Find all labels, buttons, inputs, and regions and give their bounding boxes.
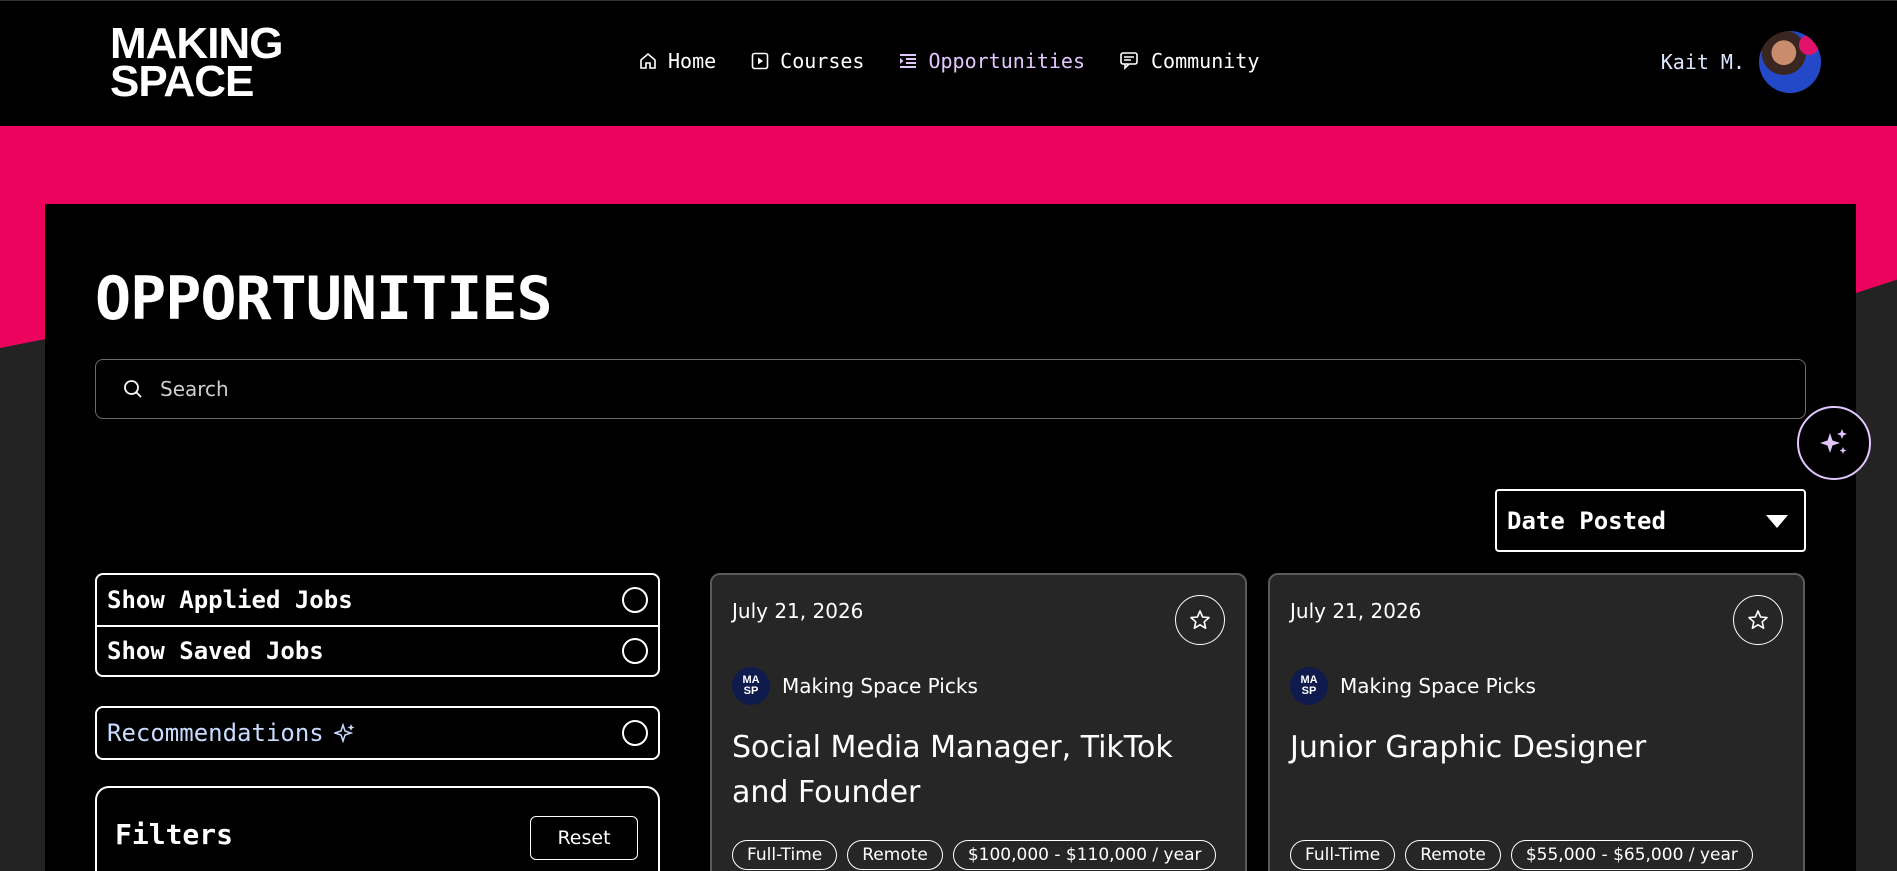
job-title[interactable]: Social Media Manager, TikTok and Founder [732,725,1212,815]
pink-banner-left [0,126,45,348]
play-icon [751,52,769,70]
tag-employment-type: Full-Time [1290,840,1396,870]
toggle-applied-jobs[interactable]: Show Applied Jobs [97,575,658,625]
star-icon [1190,610,1210,629]
job-date: July 21, 2026 [732,599,864,623]
sparkle-icon [333,722,355,744]
toggle-label: Show Saved Jobs [107,637,324,665]
home-icon [640,52,656,69]
page-title: OPPORTUNITIES [95,264,553,334]
chat-icon [1120,52,1138,70]
job-source: MA SP Making Space Picks [732,667,978,705]
save-job-button[interactable] [1175,595,1225,645]
nav-item-courses[interactable]: Courses [750,49,864,73]
toggle-label: Show Applied Jobs [107,586,353,614]
list-icon [900,54,917,68]
badge-line-2: SP [1301,685,1317,697]
source-name: Making Space Picks [782,674,978,698]
chevron-down-icon [1766,514,1788,528]
job-toggles: Show Applied Jobs Show Saved Jobs [95,573,660,677]
nav-item-community[interactable]: Community [1119,49,1259,73]
search-input[interactable] [160,377,1760,401]
radio-circle-icon[interactable] [622,587,648,613]
job-tags: Full-Time Remote $100,000 - $110,000 / y… [732,840,1226,870]
sort-selected-value: Date Posted [1507,506,1666,535]
tag-salary: $100,000 - $110,000 / year [952,840,1217,870]
user-menu[interactable]: Kait M. [1661,31,1821,93]
reset-filters-button[interactable]: Reset [530,816,638,860]
nav-item-label: Community [1151,49,1260,73]
making-space-logo[interactable]: MAKING SPACE [110,22,295,106]
search-icon [124,380,142,398]
badge-line-2: SP [743,685,759,697]
top-nav: MAKING SPACE Home Courses Opportunities … [0,0,1897,126]
job-tags: Full-Time Remote $55,000 - $65,000 / yea… [1290,840,1763,870]
tag-salary: $55,000 - $65,000 / year [1510,840,1753,870]
ai-assistant-button[interactable] [1797,406,1871,480]
sparkle-icon [1820,429,1847,454]
sort-dropdown[interactable]: Date Posted [1495,489,1806,552]
pink-banner [0,126,1897,204]
source-name: Making Space Picks [1340,674,1536,698]
radio-circle-icon[interactable] [622,638,648,664]
logo-line-2: SPACE [110,57,254,106]
radio-circle-icon[interactable] [622,720,648,746]
user-name: Kait M. [1660,50,1745,74]
job-date: July 21, 2026 [1290,599,1422,623]
save-job-button[interactable] [1733,595,1783,645]
nav-item-label: Courses [780,49,865,73]
search-bar[interactable] [95,359,1806,419]
main-nav: Home Courses Opportunities Community [638,49,1293,73]
making-space-badge: MA SP [1290,667,1328,705]
star-icon [1748,610,1768,629]
nav-item-opportunities[interactable]: Opportunities [898,49,1085,73]
filters-panel: Filters Reset [95,786,660,871]
toggle-label: Recommendations [107,719,324,747]
tag-location: Remote [847,840,943,870]
job-card[interactable]: July 21, 2026 MA SP Making Space Picks So… [710,573,1247,871]
job-card[interactable]: July 21, 2026 MA SP Making Space Picks Ju… [1268,573,1805,871]
filters-title: Filters [115,818,234,851]
job-title[interactable]: Junior Graphic Designer [1290,725,1770,770]
nav-item-label: Opportunities [928,49,1086,73]
toggle-saved-jobs[interactable]: Show Saved Jobs [97,625,658,675]
main-panel: OPPORTUNITIES Date Posted Show Applied J… [45,204,1856,871]
toggle-recommendations[interactable]: Recommendations [95,706,660,760]
nav-item-label: Home [668,49,717,73]
avatar[interactable] [1759,31,1821,93]
recommendations-label-wrap: Recommendations [107,719,356,747]
tag-employment-type: Full-Time [732,840,838,870]
job-source: MA SP Making Space Picks [1290,667,1536,705]
nav-item-home[interactable]: Home [638,49,716,73]
pink-banner-right [1856,126,1897,293]
tag-location: Remote [1405,840,1501,870]
making-space-badge: MA SP [732,667,770,705]
